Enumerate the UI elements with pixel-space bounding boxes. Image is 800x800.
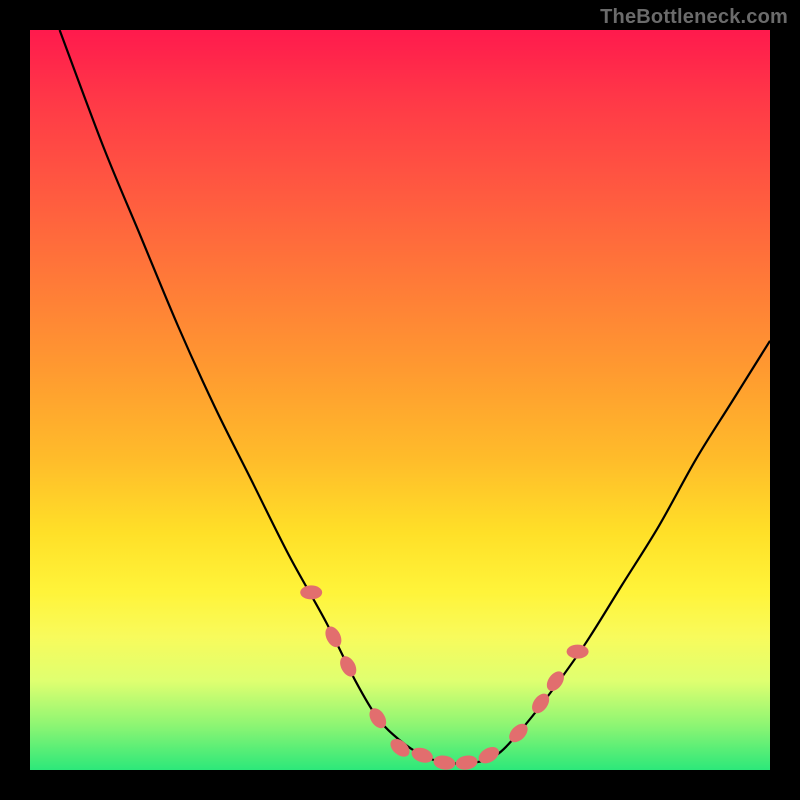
marker-dot (337, 653, 360, 679)
marker-dot (387, 735, 413, 760)
chart-frame: TheBottleneck.com (0, 0, 800, 800)
marker-dot (567, 645, 589, 659)
marker-group (300, 585, 588, 770)
marker-dot (506, 720, 531, 745)
marker-dot (410, 745, 435, 765)
marker-dot (366, 705, 390, 731)
marker-dot (455, 754, 479, 770)
bottleneck-curve (60, 30, 770, 764)
watermark-text: TheBottleneck.com (600, 6, 788, 29)
marker-dot (322, 624, 344, 650)
marker-dot (543, 668, 567, 694)
curve-svg (30, 30, 770, 770)
marker-dot (529, 690, 553, 716)
marker-dot (476, 744, 502, 767)
marker-dot (432, 754, 456, 770)
marker-dot (300, 585, 322, 599)
plot-area (30, 30, 770, 770)
